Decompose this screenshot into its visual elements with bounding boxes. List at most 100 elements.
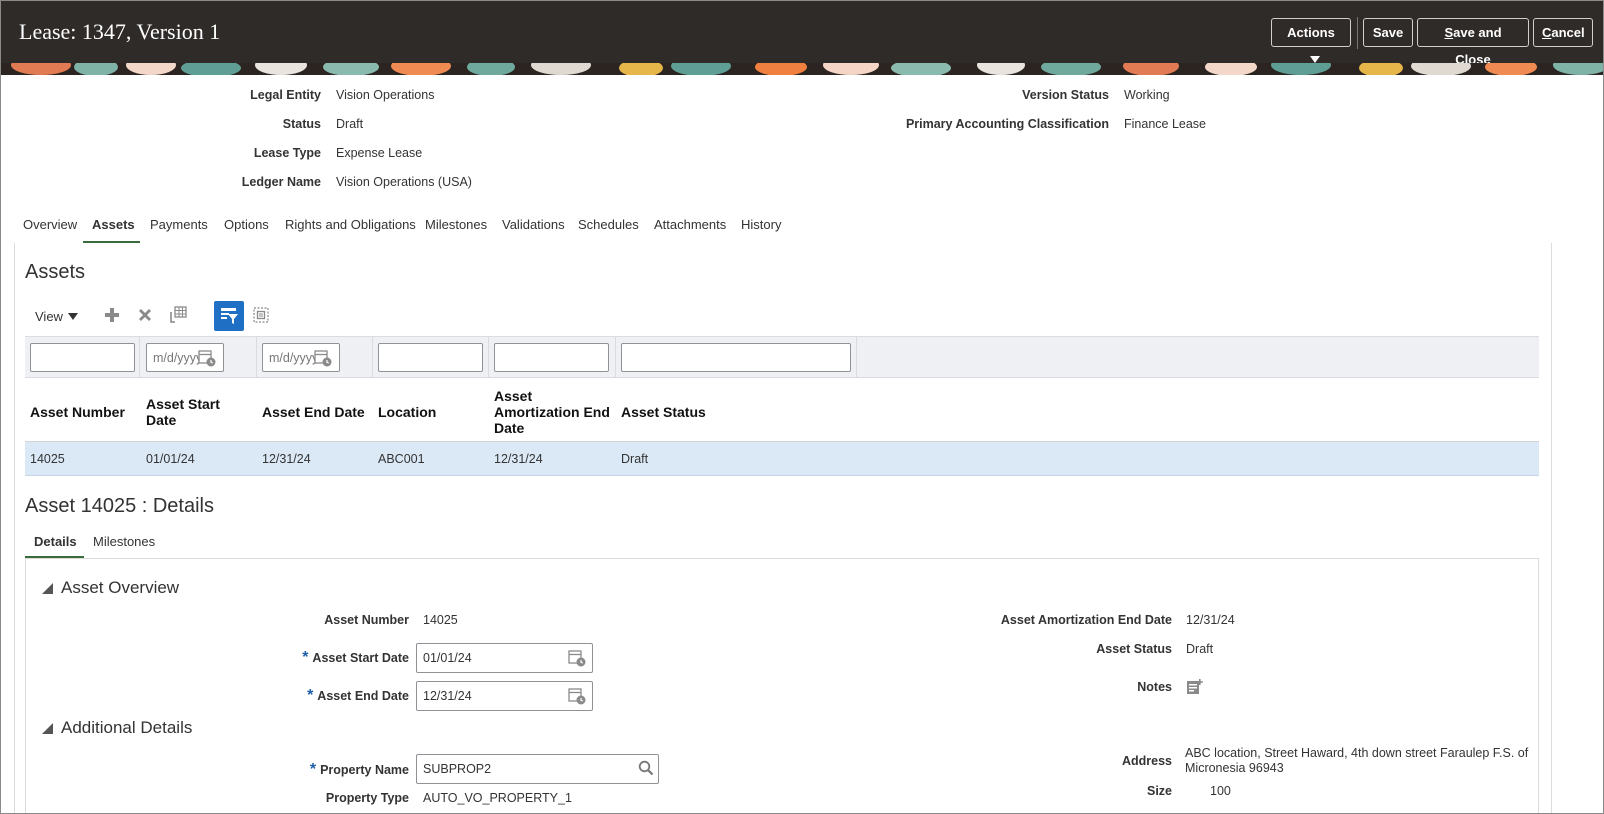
- app-frame: Lease: 1347, Version 1 Actions Save Save…: [0, 0, 1604, 814]
- ledger-name-label: Ledger Name: [241, 175, 321, 189]
- tab-attachments[interactable]: Attachments: [654, 217, 726, 232]
- column-header-asset-number[interactable]: Asset Number: [30, 404, 125, 420]
- version-status-label: Version Status: [1022, 88, 1109, 102]
- cancel-accesskey: C: [1542, 25, 1552, 40]
- column-header-line: Asset Start: [146, 396, 220, 412]
- tab-overview[interactable]: Overview: [23, 217, 77, 232]
- tab-schedules[interactable]: Schedules: [578, 217, 639, 232]
- view-menu[interactable]: View: [35, 309, 78, 324]
- amortization-end-date-label: Asset Amortization End Date: [1000, 613, 1172, 627]
- required-marker: *: [309, 761, 317, 778]
- property-type-label: Property Type: [325, 791, 409, 805]
- asset-status-filter-input[interactable]: [621, 343, 851, 372]
- address-label: Address: [1121, 754, 1172, 768]
- column-header-amortization-end-date[interactable]: Asset Amortization End Date: [494, 388, 610, 436]
- asset-start-date-label: * Asset Start Date: [251, 649, 409, 667]
- column-header-line: Date: [146, 412, 177, 428]
- tab-asset-milestones[interactable]: Milestones: [93, 534, 155, 549]
- column-divider: [139, 336, 140, 378]
- tab-options[interactable]: Options: [224, 217, 269, 232]
- property-name-input[interactable]: [416, 754, 659, 784]
- property-type-value: AUTO_VO_PROPERTY_1: [423, 791, 572, 805]
- save-and-close-button[interactable]: Save and Close: [1417, 18, 1529, 67]
- column-header-asset-status[interactable]: Asset Status: [621, 404, 706, 420]
- save-close-label: ave and Close: [1453, 25, 1502, 67]
- details-section-title: Asset 14025 : Details: [25, 495, 214, 517]
- actions-label: Actions: [1287, 25, 1335, 40]
- query-by-example-icon[interactable]: [214, 301, 244, 331]
- tab-validations[interactable]: Validations: [502, 217, 565, 232]
- lease-type-value: Expense Lease: [336, 146, 423, 160]
- cancel-button[interactable]: Cancel: [1533, 18, 1593, 47]
- column-divider: [488, 336, 489, 378]
- legal-entity-value: Vision Operations: [336, 88, 435, 102]
- view-menu-label: View: [35, 309, 63, 324]
- asset-status-label: Asset Status: [1096, 642, 1172, 656]
- status-label: Status: [282, 117, 321, 131]
- cell-amortization-end-date: 12/31/24: [494, 452, 543, 466]
- ledger-name-value: Vision Operations (USA): [336, 175, 472, 189]
- save-button[interactable]: Save: [1363, 18, 1413, 47]
- delete-icon[interactable]: [131, 301, 159, 329]
- cell-asset-end-date: 12/31/24: [262, 452, 311, 466]
- column-header-line: Date: [494, 420, 525, 436]
- detach-icon[interactable]: [247, 301, 275, 329]
- tab-history[interactable]: History: [741, 217, 781, 232]
- column-header-asset-start-date[interactable]: Asset Start Date: [146, 396, 220, 428]
- asset-end-date-label-text: Asset End Date: [317, 689, 409, 703]
- location-filter-input[interactable]: [378, 343, 483, 372]
- caret-down-icon: [1310, 56, 1320, 63]
- address-line: Micronesia 96943: [1185, 761, 1284, 775]
- asset-status-value: Draft: [1186, 642, 1214, 656]
- calendar-icon[interactable]: [198, 349, 216, 367]
- active-subtab-indicator: [25, 556, 84, 558]
- size-label: Size: [1146, 784, 1172, 798]
- actions-menu-button[interactable]: Actions: [1271, 18, 1351, 63]
- asset-start-date-label-text: Asset Start Date: [312, 651, 409, 665]
- legal-entity-label: Legal Entity: [250, 88, 321, 102]
- asset-start-date-input[interactable]: [416, 643, 593, 673]
- required-marker: *: [302, 649, 309, 666]
- header-separator: [1357, 17, 1358, 49]
- lease-type-label: Lease Type: [253, 146, 321, 160]
- calendar-icon[interactable]: [314, 349, 332, 367]
- cell-location: ABC001: [378, 452, 425, 466]
- column-header-line: Amortization End: [494, 404, 610, 420]
- property-name-label-text: Property Name: [320, 763, 409, 777]
- collapse-triangle-icon[interactable]: [42, 723, 53, 734]
- active-tab-indicator: [83, 241, 140, 243]
- amortization-end-date-filter-input[interactable]: [494, 343, 609, 372]
- calendar-icon[interactable]: [568, 649, 586, 667]
- table-row[interactable]: [25, 442, 1539, 476]
- search-icon[interactable]: [638, 760, 654, 776]
- asset-end-date-input[interactable]: [416, 681, 593, 711]
- asset-number-filter-input[interactable]: [30, 343, 135, 372]
- collapse-triangle-icon[interactable]: [42, 583, 53, 594]
- column-divider: [615, 336, 616, 378]
- column-divider: [856, 336, 857, 378]
- property-name-label: * Property Name: [251, 761, 409, 779]
- asset-overview-title[interactable]: Asset Overview: [61, 578, 179, 598]
- column-header-asset-end-date[interactable]: Asset End Date: [262, 404, 365, 420]
- tab-payments[interactable]: Payments: [150, 217, 208, 232]
- additional-details-title[interactable]: Additional Details: [61, 718, 192, 738]
- tab-milestones[interactable]: Milestones: [425, 217, 487, 232]
- column-header-location[interactable]: Location: [378, 404, 436, 420]
- tab-rights-and-obligations[interactable]: Rights and Obligations: [285, 217, 416, 232]
- freeze-columns-icon[interactable]: [164, 301, 192, 329]
- address-line: ABC location, Street Haward, 4th down st…: [1185, 746, 1529, 760]
- add-icon[interactable]: [98, 301, 126, 329]
- page-title: Lease: 1347, Version 1: [19, 19, 221, 44]
- primary-accounting-classification-value: Finance Lease: [1124, 117, 1207, 131]
- version-status-value: Working: [1124, 88, 1170, 102]
- assets-section-title: Assets: [25, 261, 86, 283]
- cell-asset-status: Draft: [621, 452, 649, 466]
- calendar-icon[interactable]: [568, 687, 586, 705]
- notes-icon[interactable]: [1186, 678, 1204, 696]
- cell-asset-start-date: 01/01/24: [146, 452, 195, 466]
- column-divider: [256, 336, 257, 378]
- tab-assets[interactable]: Assets: [92, 217, 135, 232]
- required-marker: *: [307, 687, 314, 704]
- tab-details[interactable]: Details: [34, 534, 77, 549]
- column-header-line: Asset: [494, 388, 533, 404]
